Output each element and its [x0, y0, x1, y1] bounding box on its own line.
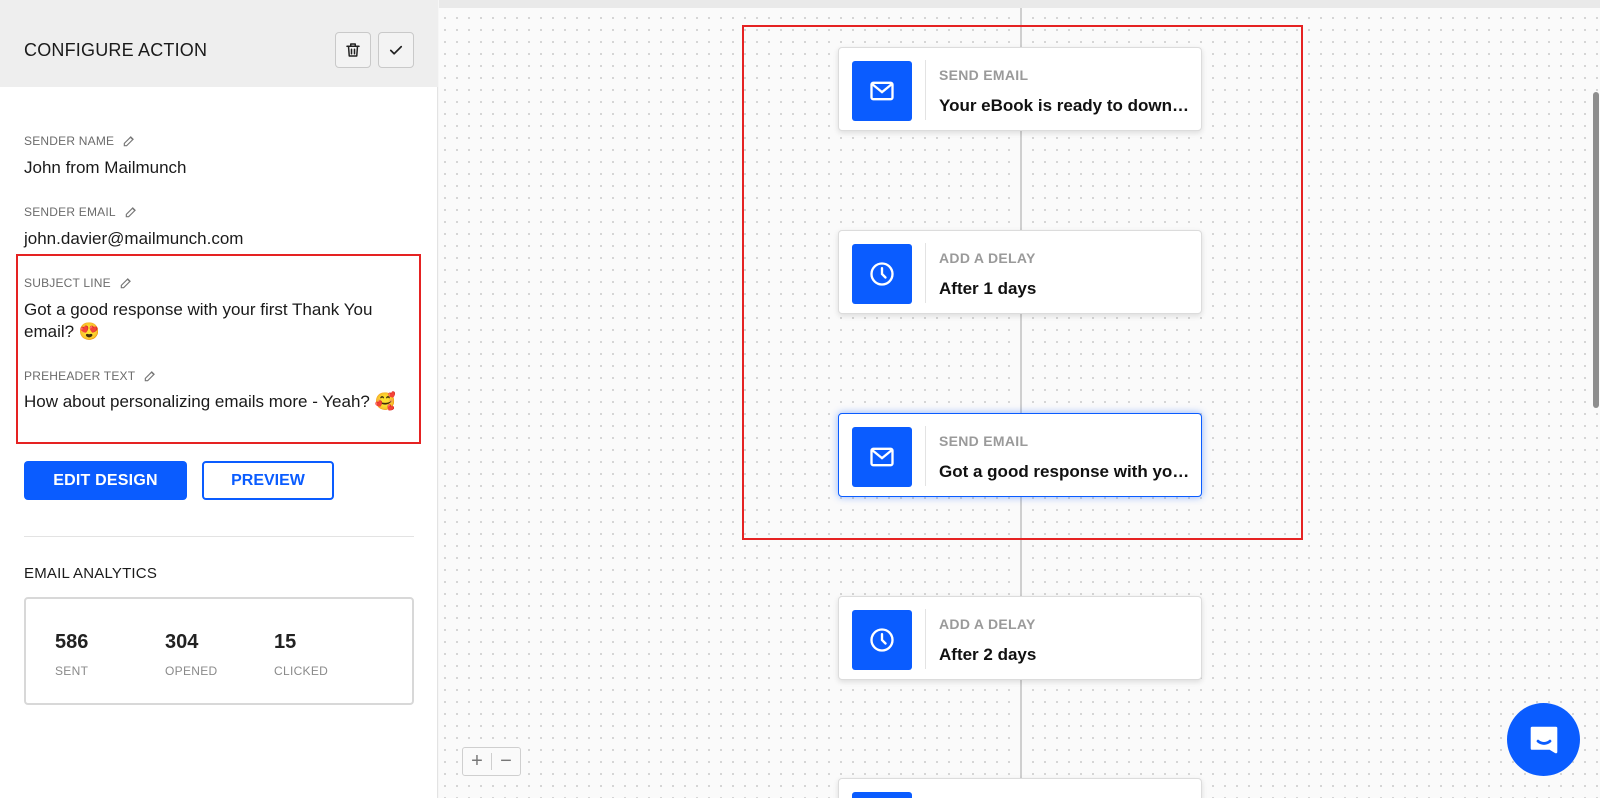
subject-line-label-text: SUBJECT LINE — [24, 276, 111, 290]
envelope-icon — [852, 61, 912, 121]
sender-email-value: john.davier@mailmunch.com — [24, 229, 244, 248]
workflow-node-delay-1[interactable]: ADD A DELAY After 1 days — [838, 230, 1202, 314]
node-separator — [925, 60, 926, 120]
sender-name-label: SENDER NAME — [24, 134, 136, 148]
email-analytics-title: EMAIL ANALYTICS — [24, 565, 158, 582]
preview-button[interactable]: PREVIEW — [202, 461, 334, 500]
sender-name-value: John from Mailmunch — [24, 158, 187, 177]
panel-title: CONFIGURE ACTION — [24, 40, 208, 60]
subject-line-value: Got a good response with your first Than… — [24, 300, 373, 341]
node-title: After 1 days — [939, 279, 1037, 298]
clock-icon — [852, 610, 912, 670]
confirm-button[interactable] — [378, 32, 414, 68]
edit-icon[interactable] — [122, 134, 136, 148]
envelope-icon — [852, 792, 912, 798]
canvas-top-bar — [439, 0, 1600, 8]
chat-launcher-button[interactable] — [1507, 703, 1580, 776]
node-title: Got a good response with your first Than… — [939, 462, 1191, 481]
node-type-label: ADD A DELAY — [939, 250, 1036, 266]
configure-action-panel: CONFIGURE ACTION SENDER NAME John from M… — [0, 0, 438, 798]
stat-value: 304 — [165, 631, 199, 653]
delete-button[interactable] — [335, 32, 371, 68]
stat-value: 586 — [55, 631, 89, 653]
stat-label: SENT — [55, 664, 89, 678]
edit-icon[interactable] — [119, 276, 133, 290]
edit-icon[interactable] — [124, 205, 138, 219]
stat-sent: 586 SENT — [55, 631, 88, 678]
canvas-scrollbar[interactable] — [1593, 92, 1599, 408]
stat-label: OPENED — [165, 664, 218, 678]
node-separator — [925, 609, 926, 669]
check-icon — [389, 45, 403, 55]
preheader-text-value: How about personalizing emails more - Ye… — [24, 392, 396, 411]
zoom-controls: + − — [462, 747, 521, 776]
node-separator — [925, 426, 926, 486]
chat-icon — [1530, 726, 1557, 753]
zoom-in-button[interactable]: + — [463, 748, 491, 775]
stat-clicked: 15 CLICKED — [274, 631, 328, 678]
node-title: After 2 days — [939, 645, 1037, 664]
workflow-node-send-email-1[interactable]: SEND EMAIL Your eBook is ready to downlo… — [838, 47, 1202, 131]
zoom-out-button[interactable]: − — [492, 748, 520, 775]
divider — [24, 536, 414, 537]
clock-icon — [852, 244, 912, 304]
sender-email-label: SENDER EMAIL — [24, 205, 138, 219]
workflow-node-delay-2[interactable]: ADD A DELAY After 2 days — [838, 596, 1202, 680]
panel-header: CONFIGURE ACTION — [0, 0, 438, 87]
subject-line-label: SUBJECT LINE — [24, 276, 133, 290]
node-type-label: SEND EMAIL — [939, 433, 1029, 449]
trash-icon — [346, 43, 360, 57]
workflow-node-send-email-2[interactable]: SEND EMAIL Got a good response with your… — [838, 413, 1202, 497]
stat-value: 15 — [274, 631, 297, 653]
edit-design-button[interactable]: EDIT DESIGN — [24, 461, 187, 500]
preheader-text-label: PREHEADER TEXT — [24, 369, 157, 383]
email-analytics-box: 586 SENT 304 OPENED 15 CLICKED — [24, 597, 414, 705]
stat-label: CLICKED — [274, 664, 329, 678]
node-type-label: ADD A DELAY — [939, 616, 1036, 632]
workflow-node-partial[interactable] — [838, 778, 1202, 798]
envelope-icon — [852, 427, 912, 487]
node-title: Your eBook is ready to download — [939, 96, 1191, 115]
node-type-label: SEND EMAIL — [939, 67, 1029, 83]
edit-icon[interactable] — [143, 369, 157, 383]
sender-email-label-text: SENDER EMAIL — [24, 205, 116, 219]
stat-opened: 304 OPENED — [165, 631, 217, 678]
node-separator — [925, 243, 926, 303]
sender-name-label-text: SENDER NAME — [24, 134, 115, 148]
preheader-text-label-text: PREHEADER TEXT — [24, 369, 136, 383]
